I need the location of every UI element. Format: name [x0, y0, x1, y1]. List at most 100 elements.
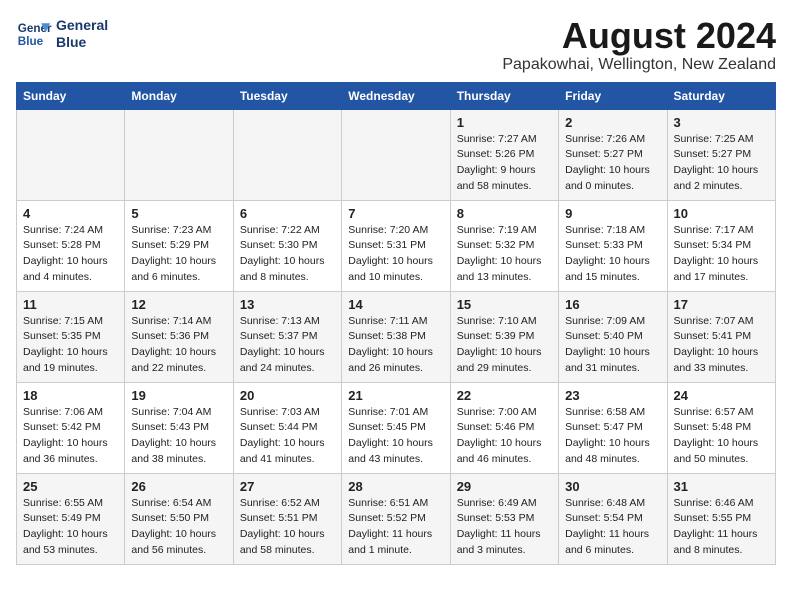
- day-info: Sunrise: 7:20 AM Sunset: 5:31 PM Dayligh…: [348, 223, 443, 286]
- header-day-wednesday: Wednesday: [342, 82, 450, 109]
- header-day-tuesday: Tuesday: [233, 82, 341, 109]
- calendar-cell: 1 Sunrise: 7:27 AM Sunset: 5:26 PM Daylig…: [450, 109, 558, 200]
- calendar-cell: 26 Sunrise: 6:54 AM Sunset: 5:50 PM Dayli…: [125, 473, 233, 564]
- day-number: 6: [240, 206, 335, 221]
- week-row-1: 1 Sunrise: 7:27 AM Sunset: 5:26 PM Daylig…: [17, 109, 776, 200]
- day-number: 14: [348, 297, 443, 312]
- header-day-friday: Friday: [559, 82, 667, 109]
- day-number: 9: [565, 206, 660, 221]
- calendar-cell: 27Sunrise: 6:52 AM Sunset: 5:51 PM Dayli…: [233, 473, 341, 564]
- calendar-cell: 12 Sunrise: 7:14 AM Sunset: 5:36 PM Dayli…: [125, 291, 233, 382]
- calendar-cell: 21 Sunrise: 7:01 AM Sunset: 5:45 PM Dayli…: [342, 382, 450, 473]
- svg-text:Blue: Blue: [18, 35, 44, 48]
- calendar-cell: 5 Sunrise: 7:23 AM Sunset: 5:29 PM Daylig…: [125, 200, 233, 291]
- calendar-cell: 11 Sunrise: 7:15 AM Sunset: 5:35 PM Dayli…: [17, 291, 125, 382]
- calendar-cell: 14Sunrise: 7:11 AM Sunset: 5:38 PM Dayli…: [342, 291, 450, 382]
- day-info: Sunrise: 6:48 AM Sunset: 5:54 PM Dayligh…: [565, 496, 660, 559]
- day-info: Sunrise: 7:26 AM Sunset: 5:27 PM Dayligh…: [565, 132, 660, 195]
- calendar-cell: 16 Sunrise: 7:09 AM Sunset: 5:40 PM Dayli…: [559, 291, 667, 382]
- day-info: Sunrise: 7:14 AM Sunset: 5:36 PM Dayligh…: [131, 314, 226, 377]
- calendar-body: 1 Sunrise: 7:27 AM Sunset: 5:26 PM Daylig…: [17, 109, 776, 564]
- calendar-cell: 24Sunrise: 6:57 AM Sunset: 5:48 PM Dayli…: [667, 382, 775, 473]
- day-number: 4: [23, 206, 118, 221]
- day-number: 21: [348, 388, 443, 403]
- day-number: 28: [348, 479, 443, 494]
- calendar-cell: 15 Sunrise: 7:10 AM Sunset: 5:39 PM Dayli…: [450, 291, 558, 382]
- calendar-cell: 10Sunrise: 7:17 AM Sunset: 5:34 PM Dayli…: [667, 200, 775, 291]
- day-info: Sunrise: 7:15 AM Sunset: 5:35 PM Dayligh…: [23, 314, 118, 377]
- day-info: Sunrise: 7:07 AM Sunset: 5:41 PM Dayligh…: [674, 314, 769, 377]
- calendar-cell: 29 Sunrise: 6:49 AM Sunset: 5:53 PM Dayli…: [450, 473, 558, 564]
- day-info: Sunrise: 7:27 AM Sunset: 5:26 PM Dayligh…: [457, 132, 552, 195]
- calendar-cell: 13 Sunrise: 7:13 AM Sunset: 5:37 PM Dayli…: [233, 291, 341, 382]
- day-info: Sunrise: 7:00 AM Sunset: 5:46 PM Dayligh…: [457, 405, 552, 468]
- main-title: August 2024: [502, 16, 776, 56]
- day-number: 5: [131, 206, 226, 221]
- calendar-cell: [125, 109, 233, 200]
- day-info: Sunrise: 7:24 AM Sunset: 5:28 PM Dayligh…: [23, 223, 118, 286]
- calendar-cell: 17 Sunrise: 7:07 AM Sunset: 5:41 PM Dayli…: [667, 291, 775, 382]
- day-number: 27: [240, 479, 335, 494]
- calendar-cell: 19 Sunrise: 7:04 AM Sunset: 5:43 PM Dayli…: [125, 382, 233, 473]
- day-number: 13: [240, 297, 335, 312]
- day-info: Sunrise: 7:01 AM Sunset: 5:45 PM Dayligh…: [348, 405, 443, 468]
- day-number: 7: [348, 206, 443, 221]
- week-row-4: 18Sunrise: 7:06 AM Sunset: 5:42 PM Dayli…: [17, 382, 776, 473]
- logo-icon: General Blue: [16, 16, 52, 52]
- day-number: 12: [131, 297, 226, 312]
- header-day-saturday: Saturday: [667, 82, 775, 109]
- calendar-cell: 28Sunrise: 6:51 AM Sunset: 5:52 PM Dayli…: [342, 473, 450, 564]
- calendar-table: SundayMondayTuesdayWednesdayThursdayFrid…: [16, 82, 776, 565]
- calendar-cell: 3 Sunrise: 7:25 AM Sunset: 5:27 PM Daylig…: [667, 109, 775, 200]
- week-row-5: 25 Sunrise: 6:55 AM Sunset: 5:49 PM Dayli…: [17, 473, 776, 564]
- calendar-cell: [17, 109, 125, 200]
- day-number: 1: [457, 115, 552, 130]
- calendar-cell: 22 Sunrise: 7:00 AM Sunset: 5:46 PM Dayli…: [450, 382, 558, 473]
- day-number: 17: [674, 297, 769, 312]
- day-info: Sunrise: 7:17 AM Sunset: 5:34 PM Dayligh…: [674, 223, 769, 286]
- calendar-cell: 31Sunrise: 6:46 AM Sunset: 5:55 PM Dayli…: [667, 473, 775, 564]
- calendar-cell: [233, 109, 341, 200]
- day-info: Sunrise: 7:09 AM Sunset: 5:40 PM Dayligh…: [565, 314, 660, 377]
- day-number: 31: [674, 479, 769, 494]
- subtitle: Papakowhai, Wellington, New Zealand: [502, 56, 776, 74]
- day-info: Sunrise: 7:18 AM Sunset: 5:33 PM Dayligh…: [565, 223, 660, 286]
- calendar-cell: 7 Sunrise: 7:20 AM Sunset: 5:31 PM Daylig…: [342, 200, 450, 291]
- day-number: 16: [565, 297, 660, 312]
- day-info: Sunrise: 6:58 AM Sunset: 5:47 PM Dayligh…: [565, 405, 660, 468]
- day-info: Sunrise: 7:04 AM Sunset: 5:43 PM Dayligh…: [131, 405, 226, 468]
- day-info: Sunrise: 7:06 AM Sunset: 5:42 PM Dayligh…: [23, 405, 118, 468]
- calendar-cell: 30 Sunrise: 6:48 AM Sunset: 5:54 PM Dayli…: [559, 473, 667, 564]
- logo-text-general: General: [56, 17, 108, 34]
- day-info: Sunrise: 7:03 AM Sunset: 5:44 PM Dayligh…: [240, 405, 335, 468]
- header-day-monday: Monday: [125, 82, 233, 109]
- day-info: Sunrise: 7:13 AM Sunset: 5:37 PM Dayligh…: [240, 314, 335, 377]
- day-info: Sunrise: 7:25 AM Sunset: 5:27 PM Dayligh…: [674, 132, 769, 195]
- day-number: 19: [131, 388, 226, 403]
- day-info: Sunrise: 6:54 AM Sunset: 5:50 PM Dayligh…: [131, 496, 226, 559]
- day-info: Sunrise: 7:23 AM Sunset: 5:29 PM Dayligh…: [131, 223, 226, 286]
- day-number: 26: [131, 479, 226, 494]
- page-header: General Blue General Blue August 2024 Pa…: [16, 16, 776, 74]
- calendar-cell: 2Sunrise: 7:26 AM Sunset: 5:27 PM Daylig…: [559, 109, 667, 200]
- calendar-cell: 20Sunrise: 7:03 AM Sunset: 5:44 PM Dayli…: [233, 382, 341, 473]
- day-number: 30: [565, 479, 660, 494]
- day-info: Sunrise: 7:22 AM Sunset: 5:30 PM Dayligh…: [240, 223, 335, 286]
- header-row: SundayMondayTuesdayWednesdayThursdayFrid…: [17, 82, 776, 109]
- day-info: Sunrise: 7:19 AM Sunset: 5:32 PM Dayligh…: [457, 223, 552, 286]
- day-info: Sunrise: 7:10 AM Sunset: 5:39 PM Dayligh…: [457, 314, 552, 377]
- day-info: Sunrise: 6:55 AM Sunset: 5:49 PM Dayligh…: [23, 496, 118, 559]
- day-number: 22: [457, 388, 552, 403]
- week-row-3: 11 Sunrise: 7:15 AM Sunset: 5:35 PM Dayli…: [17, 291, 776, 382]
- day-number: 15: [457, 297, 552, 312]
- day-number: 8: [457, 206, 552, 221]
- logo-text-blue: Blue: [56, 34, 108, 51]
- calendar-cell: [342, 109, 450, 200]
- day-number: 29: [457, 479, 552, 494]
- title-block: August 2024 Papakowhai, Wellington, New …: [502, 16, 776, 74]
- day-number: 11: [23, 297, 118, 312]
- day-number: 25: [23, 479, 118, 494]
- day-number: 3: [674, 115, 769, 130]
- calendar-header: SundayMondayTuesdayWednesdayThursdayFrid…: [17, 82, 776, 109]
- day-info: Sunrise: 6:49 AM Sunset: 5:53 PM Dayligh…: [457, 496, 552, 559]
